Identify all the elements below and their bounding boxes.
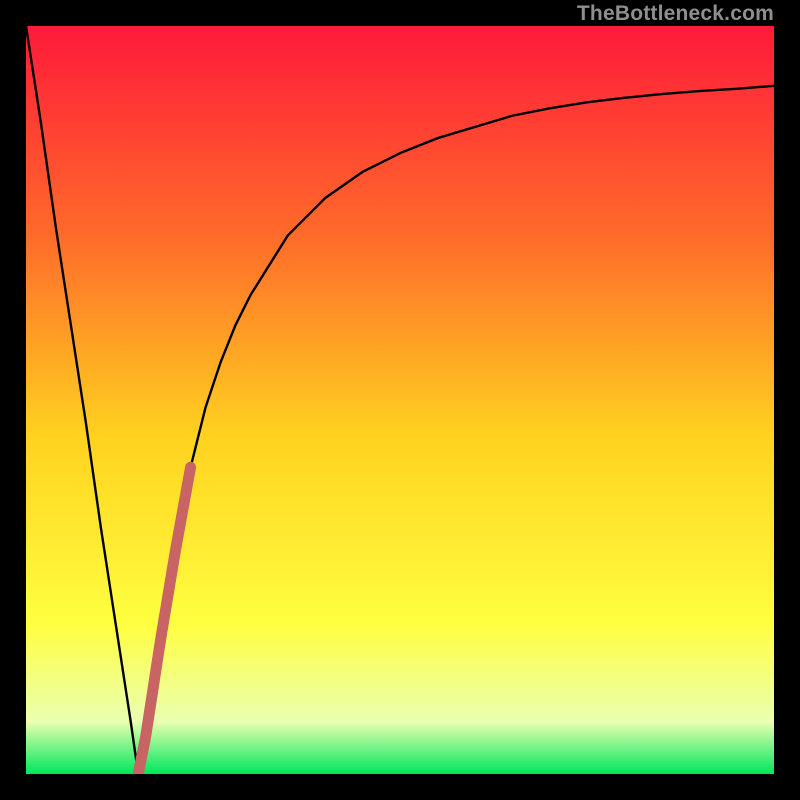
watermark-text: TheBottleneck.com (577, 2, 774, 26)
plot-area (26, 26, 774, 774)
gradient-background (26, 26, 774, 774)
plot-svg (26, 26, 774, 774)
chart-frame: TheBottleneck.com (0, 0, 800, 800)
